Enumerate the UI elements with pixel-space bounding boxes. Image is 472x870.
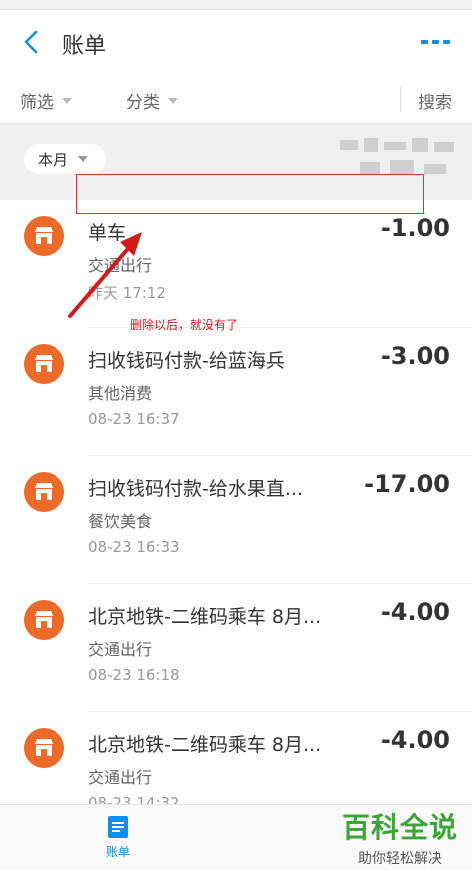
transaction-name: 北京地铁-二维码乘车 8月...: [88, 606, 322, 628]
caret-down-icon: [78, 156, 89, 162]
caret-down-icon: [62, 97, 72, 104]
transaction-amount: -4.00: [380, 726, 450, 754]
merchant-icon: [24, 472, 64, 512]
transaction-time: 08-23 16:18: [88, 666, 180, 684]
tab-bill-label: 账单: [105, 845, 130, 859]
annotation-text: 删除以后，就没有了: [130, 318, 239, 332]
page-title: 账单: [62, 34, 107, 59]
transaction-amount: -1.00: [380, 214, 450, 242]
transaction-time: 08-23 16:37: [88, 410, 180, 428]
transaction-amount: -4.00: [380, 598, 450, 626]
transaction-name: 扫收钱码付款-给蓝海兵: [88, 350, 285, 372]
status-bar: [0, 0, 472, 10]
nav-bar: 账单: [0, 10, 472, 74]
transaction-category: 交通出行: [88, 640, 153, 659]
transaction-category: 餐饮美食: [88, 512, 153, 531]
list-item[interactable]: 扫收钱码付款-给水果直... 餐饮美食 08-23 16:33 -17.00: [0, 456, 472, 584]
watermark-title: 百科全说: [341, 811, 458, 844]
transaction-amount: -17.00: [364, 470, 450, 498]
caret-down-icon: [168, 97, 178, 104]
more-menu-icon[interactable]: [421, 40, 450, 44]
annotation-box: [76, 174, 424, 214]
divider: [400, 86, 401, 112]
transaction-category: 其他消费: [88, 384, 153, 403]
watermark: 百科全说 助你轻松解决: [342, 806, 458, 868]
back-arrow-icon[interactable]: [18, 28, 46, 56]
search-button[interactable]: 搜索: [418, 88, 452, 113]
category-dropdown[interactable]: 分类: [126, 88, 178, 113]
transaction-time: 08-23 16:33: [88, 538, 180, 556]
merchant-icon: [24, 728, 64, 768]
list-item[interactable]: 北京地铁-二维码乘车 8月... 交通出行 08-23 16:18 -4.00: [0, 584, 472, 712]
transaction-category: 交通出行: [88, 768, 153, 787]
merchant-icon: [24, 600, 64, 640]
transaction-name: 扫收钱码付款-给水果直...: [88, 478, 303, 500]
transaction-amount: -3.00: [380, 342, 450, 370]
month-selector[interactable]: 本月: [24, 144, 106, 174]
list-item[interactable]: 北京地铁-二维码乘车 8月... 交通出行 08-23 14:32 -4.00: [0, 712, 472, 804]
merchant-icon: [24, 344, 64, 384]
merchant-icon: [24, 216, 64, 256]
annotation-arrow-icon: [68, 232, 142, 318]
list-item[interactable]: 扫收钱码付款-给蓝海兵 其他消费 08-23 16:37 -3.00: [0, 328, 472, 456]
filter-bar: 筛选 分类 搜索: [0, 74, 472, 124]
month-label: 本月: [38, 150, 69, 169]
filter-dropdown[interactable]: 筛选: [20, 88, 72, 113]
transaction-time: 08-23 14:32: [88, 794, 180, 804]
filter-label: 筛选: [20, 93, 54, 113]
tab-bill[interactable]: 账单: [96, 815, 140, 860]
bill-icon: [108, 816, 128, 838]
category-label: 分类: [126, 93, 160, 113]
watermark-subtitle: 助你轻松解决: [357, 851, 442, 867]
transaction-name: 北京地铁-二维码乘车 8月...: [88, 734, 322, 756]
